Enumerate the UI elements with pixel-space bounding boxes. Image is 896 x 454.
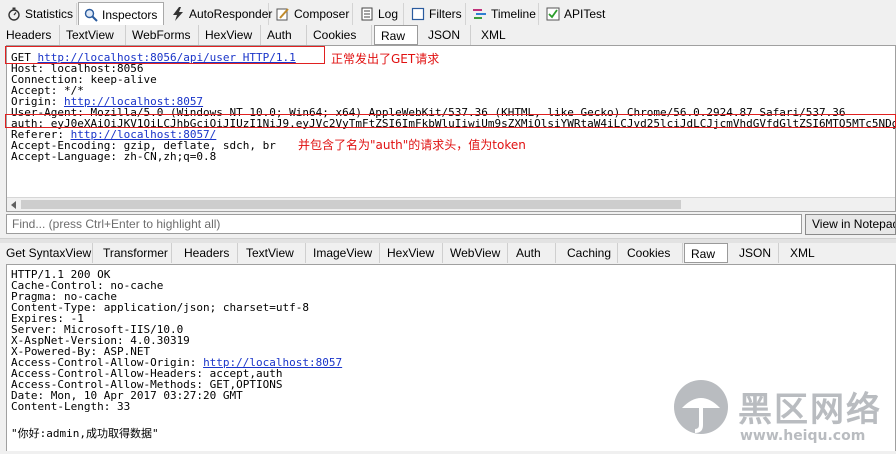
response-tab-json[interactable]: JSON xyxy=(733,243,779,263)
response-tab-xml[interactable]: XML xyxy=(784,243,824,263)
request-scroll-thumb[interactable] xyxy=(21,200,681,209)
tab-inspectors-label: Inspectors xyxy=(102,7,158,22)
checkbox-icon xyxy=(411,7,425,21)
request-tab-webforms[interactable]: WebForms xyxy=(126,25,199,45)
response-body: "你好:admin,成功取得数据" xyxy=(11,427,159,440)
auth-annotation: 并包含了名为"auth"的请求头，值为token xyxy=(298,138,526,152)
request-raw-pane[interactable]: GET http://localhost:8056/api/user HTTP/… xyxy=(6,45,896,212)
response-content-length: Content-Length: 33 xyxy=(11,400,131,413)
response-tab-raw[interactable]: Raw xyxy=(684,243,728,263)
response-tab-hexview[interactable]: HexView xyxy=(381,243,443,263)
find-input[interactable]: Find... (press Ctrl+Enter to highlight a… xyxy=(6,214,802,234)
tab-timeline-label: Timeline xyxy=(491,7,536,21)
request-tab-bar: Headers TextView WebForms HexView Auth C… xyxy=(0,25,896,45)
request-tab-auth[interactable]: Auth xyxy=(261,25,307,45)
request-tab-raw[interactable]: Raw xyxy=(374,25,418,45)
tab-statistics[interactable]: Statistics xyxy=(2,3,77,25)
response-tab-get-syntaxview[interactable]: Get SyntaxView xyxy=(0,243,93,263)
tab-autoresponder[interactable]: AutoResponder xyxy=(166,3,273,25)
response-tab-bar: Get SyntaxView Transformer Headers TextV… xyxy=(0,243,896,263)
request-tab-headers[interactable]: Headers xyxy=(0,25,60,45)
tab-composer-label: Composer xyxy=(294,7,350,21)
response-tab-webview[interactable]: WebView xyxy=(444,243,508,263)
tab-log[interactable]: Log xyxy=(355,3,404,25)
get-annotation: 正常发出了GET请求 xyxy=(331,52,440,66)
header-accept-language: Accept-Language: zh-CN,zh;q=0.8 xyxy=(11,150,217,163)
response-tab-textview[interactable]: TextView xyxy=(240,243,306,263)
response-tab-headers[interactable]: Headers xyxy=(178,243,238,263)
magnifier-icon xyxy=(84,8,98,22)
tab-apitest[interactable]: APITest xyxy=(541,3,609,25)
response-tab-transformer[interactable]: Transformer xyxy=(97,243,172,263)
tab-composer[interactable]: Composer xyxy=(271,3,353,25)
top-tab-bar: Statistics Inspectors AutoResponder Comp… xyxy=(0,0,896,27)
request-tab-hexview[interactable]: HexView xyxy=(199,25,261,45)
request-tab-xml[interactable]: XML xyxy=(475,25,515,45)
watermark-title: 黑区网络 xyxy=(738,390,882,430)
tab-inspectors[interactable]: Inspectors xyxy=(78,2,164,26)
request-tab-json[interactable]: JSON xyxy=(422,25,471,45)
response-tab-imageview[interactable]: ImageView xyxy=(307,243,380,263)
log-icon xyxy=(360,7,374,21)
tab-filters[interactable]: Filters xyxy=(406,3,466,25)
request-horizontal-scrollbar[interactable] xyxy=(7,197,895,211)
request-tab-textview[interactable]: TextView xyxy=(60,25,126,45)
api-test-icon xyxy=(546,7,560,21)
timeline-icon xyxy=(473,7,487,21)
tab-statistics-label: Statistics xyxy=(25,7,74,21)
tab-log-label: Log xyxy=(378,7,399,21)
auth-line-highlight-box xyxy=(5,114,896,128)
get-line-highlight-box xyxy=(5,46,325,64)
tab-timeline[interactable]: Timeline xyxy=(468,3,539,25)
tab-autoresponder-label: AutoResponder xyxy=(189,7,273,21)
response-tab-auth[interactable]: Auth xyxy=(510,243,556,263)
response-tab-caching[interactable]: Caching xyxy=(561,243,618,263)
view-in-notepad-button[interactable]: View in Notepad xyxy=(805,214,896,235)
pencil-icon xyxy=(276,7,290,21)
response-tab-cookies[interactable]: Cookies xyxy=(621,243,683,263)
watermark-logo: 黑区网络 www.heiqu.com xyxy=(664,370,896,451)
scroll-left-arrow-icon[interactable] xyxy=(11,201,16,209)
watermark-url: www.heiqu.com xyxy=(740,428,866,444)
tab-apitest-label: APITest xyxy=(564,7,606,21)
tab-filters-label: Filters xyxy=(429,7,462,21)
stopwatch-icon xyxy=(7,7,21,21)
request-tab-cookies[interactable]: Cookies xyxy=(307,25,372,45)
lightning-icon xyxy=(171,7,185,21)
